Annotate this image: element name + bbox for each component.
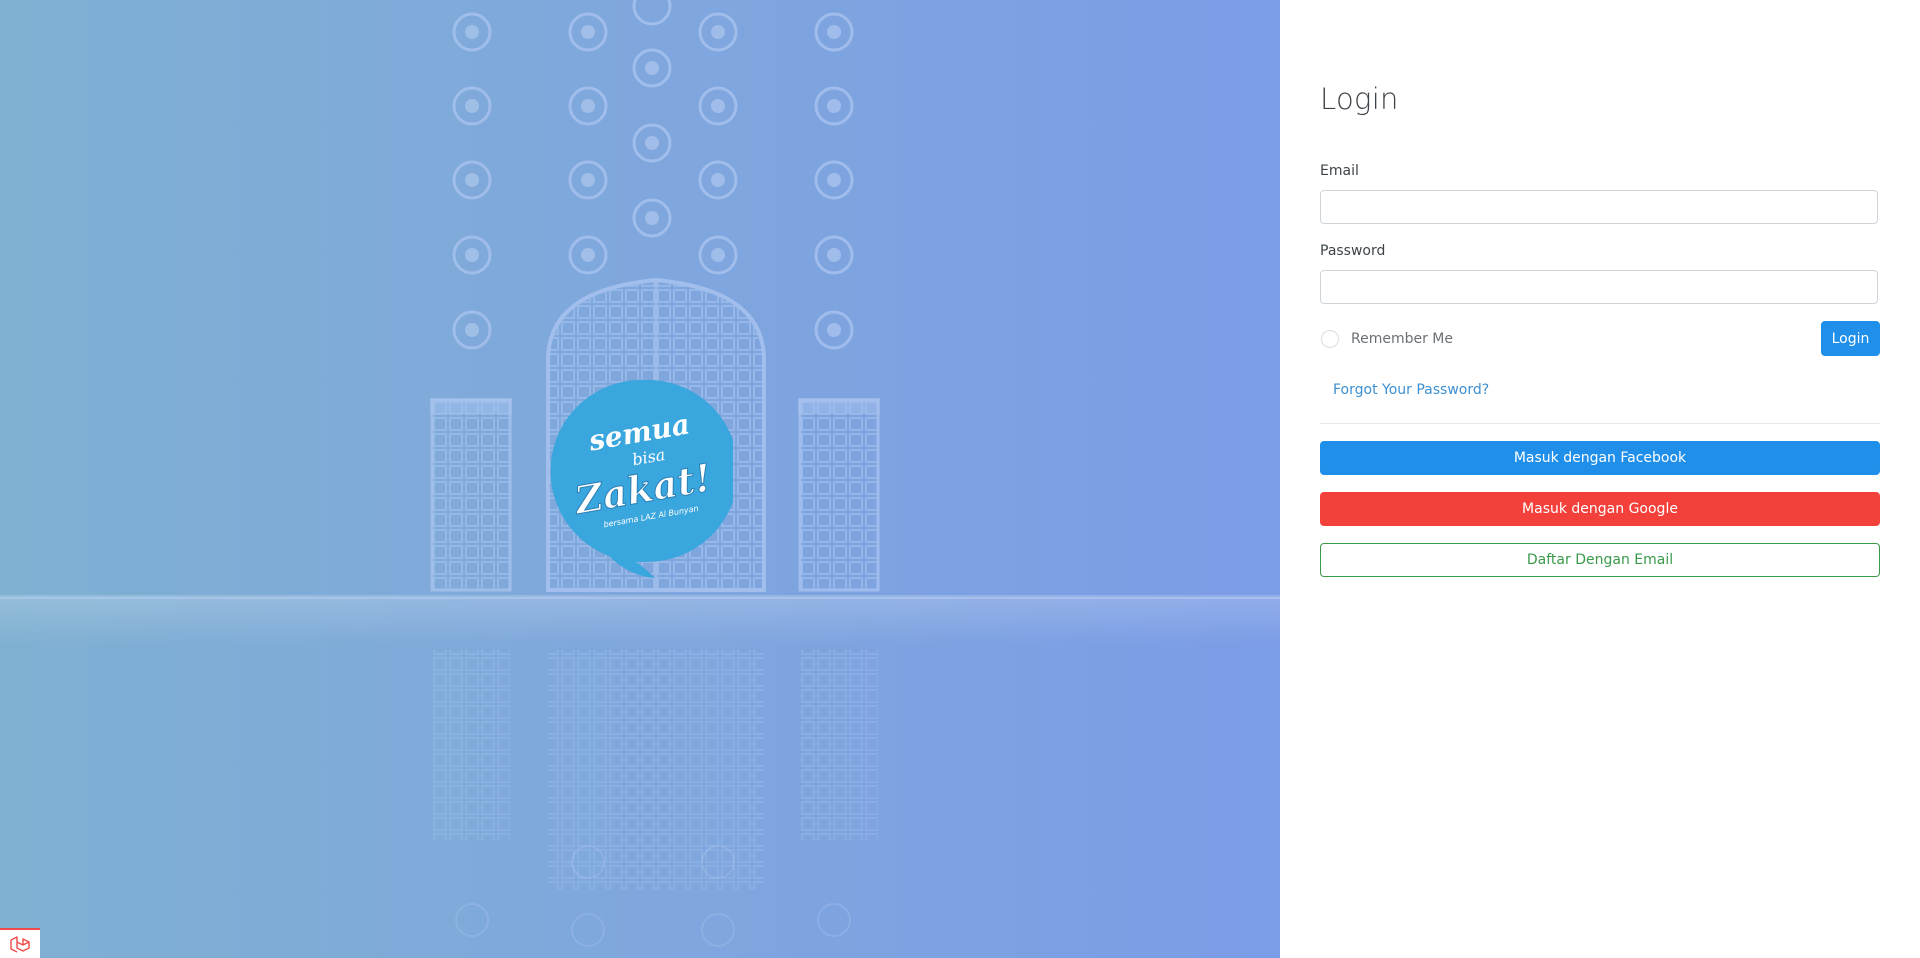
password-field[interactable] [1320,270,1878,304]
facebook-login-button[interactable]: Masuk dengan Facebook [1320,441,1880,475]
remember-me-toggle[interactable] [1321,330,1339,348]
semua-bisa-zakat-logo: semua bisa Zakat! bersama LAZ Al Bunyan [550,379,739,580]
remember-me-label: Remember Me [1351,331,1453,347]
login-title: Login [1320,82,1399,116]
forgot-password-link[interactable]: Forgot Your Password? [1333,382,1489,398]
laravel-icon [10,936,30,953]
divider [1320,423,1880,424]
login-button[interactable]: Login [1821,321,1880,356]
google-login-button[interactable]: Masuk dengan Google [1320,492,1880,526]
register-email-button[interactable]: Daftar Dengan Email [1320,543,1880,577]
email-field[interactable] [1320,190,1878,224]
email-label: Email [1320,163,1359,179]
login-panel: Login Email Password Remember Me Login F… [1280,0,1920,958]
password-label: Password [1320,243,1386,259]
hero-panel: semua bisa Zakat! bersama LAZ Al Bunyan [0,0,1280,958]
laravel-debug-badge[interactable] [0,928,40,958]
remember-me-checkbox[interactable]: Remember Me [1321,330,1453,348]
